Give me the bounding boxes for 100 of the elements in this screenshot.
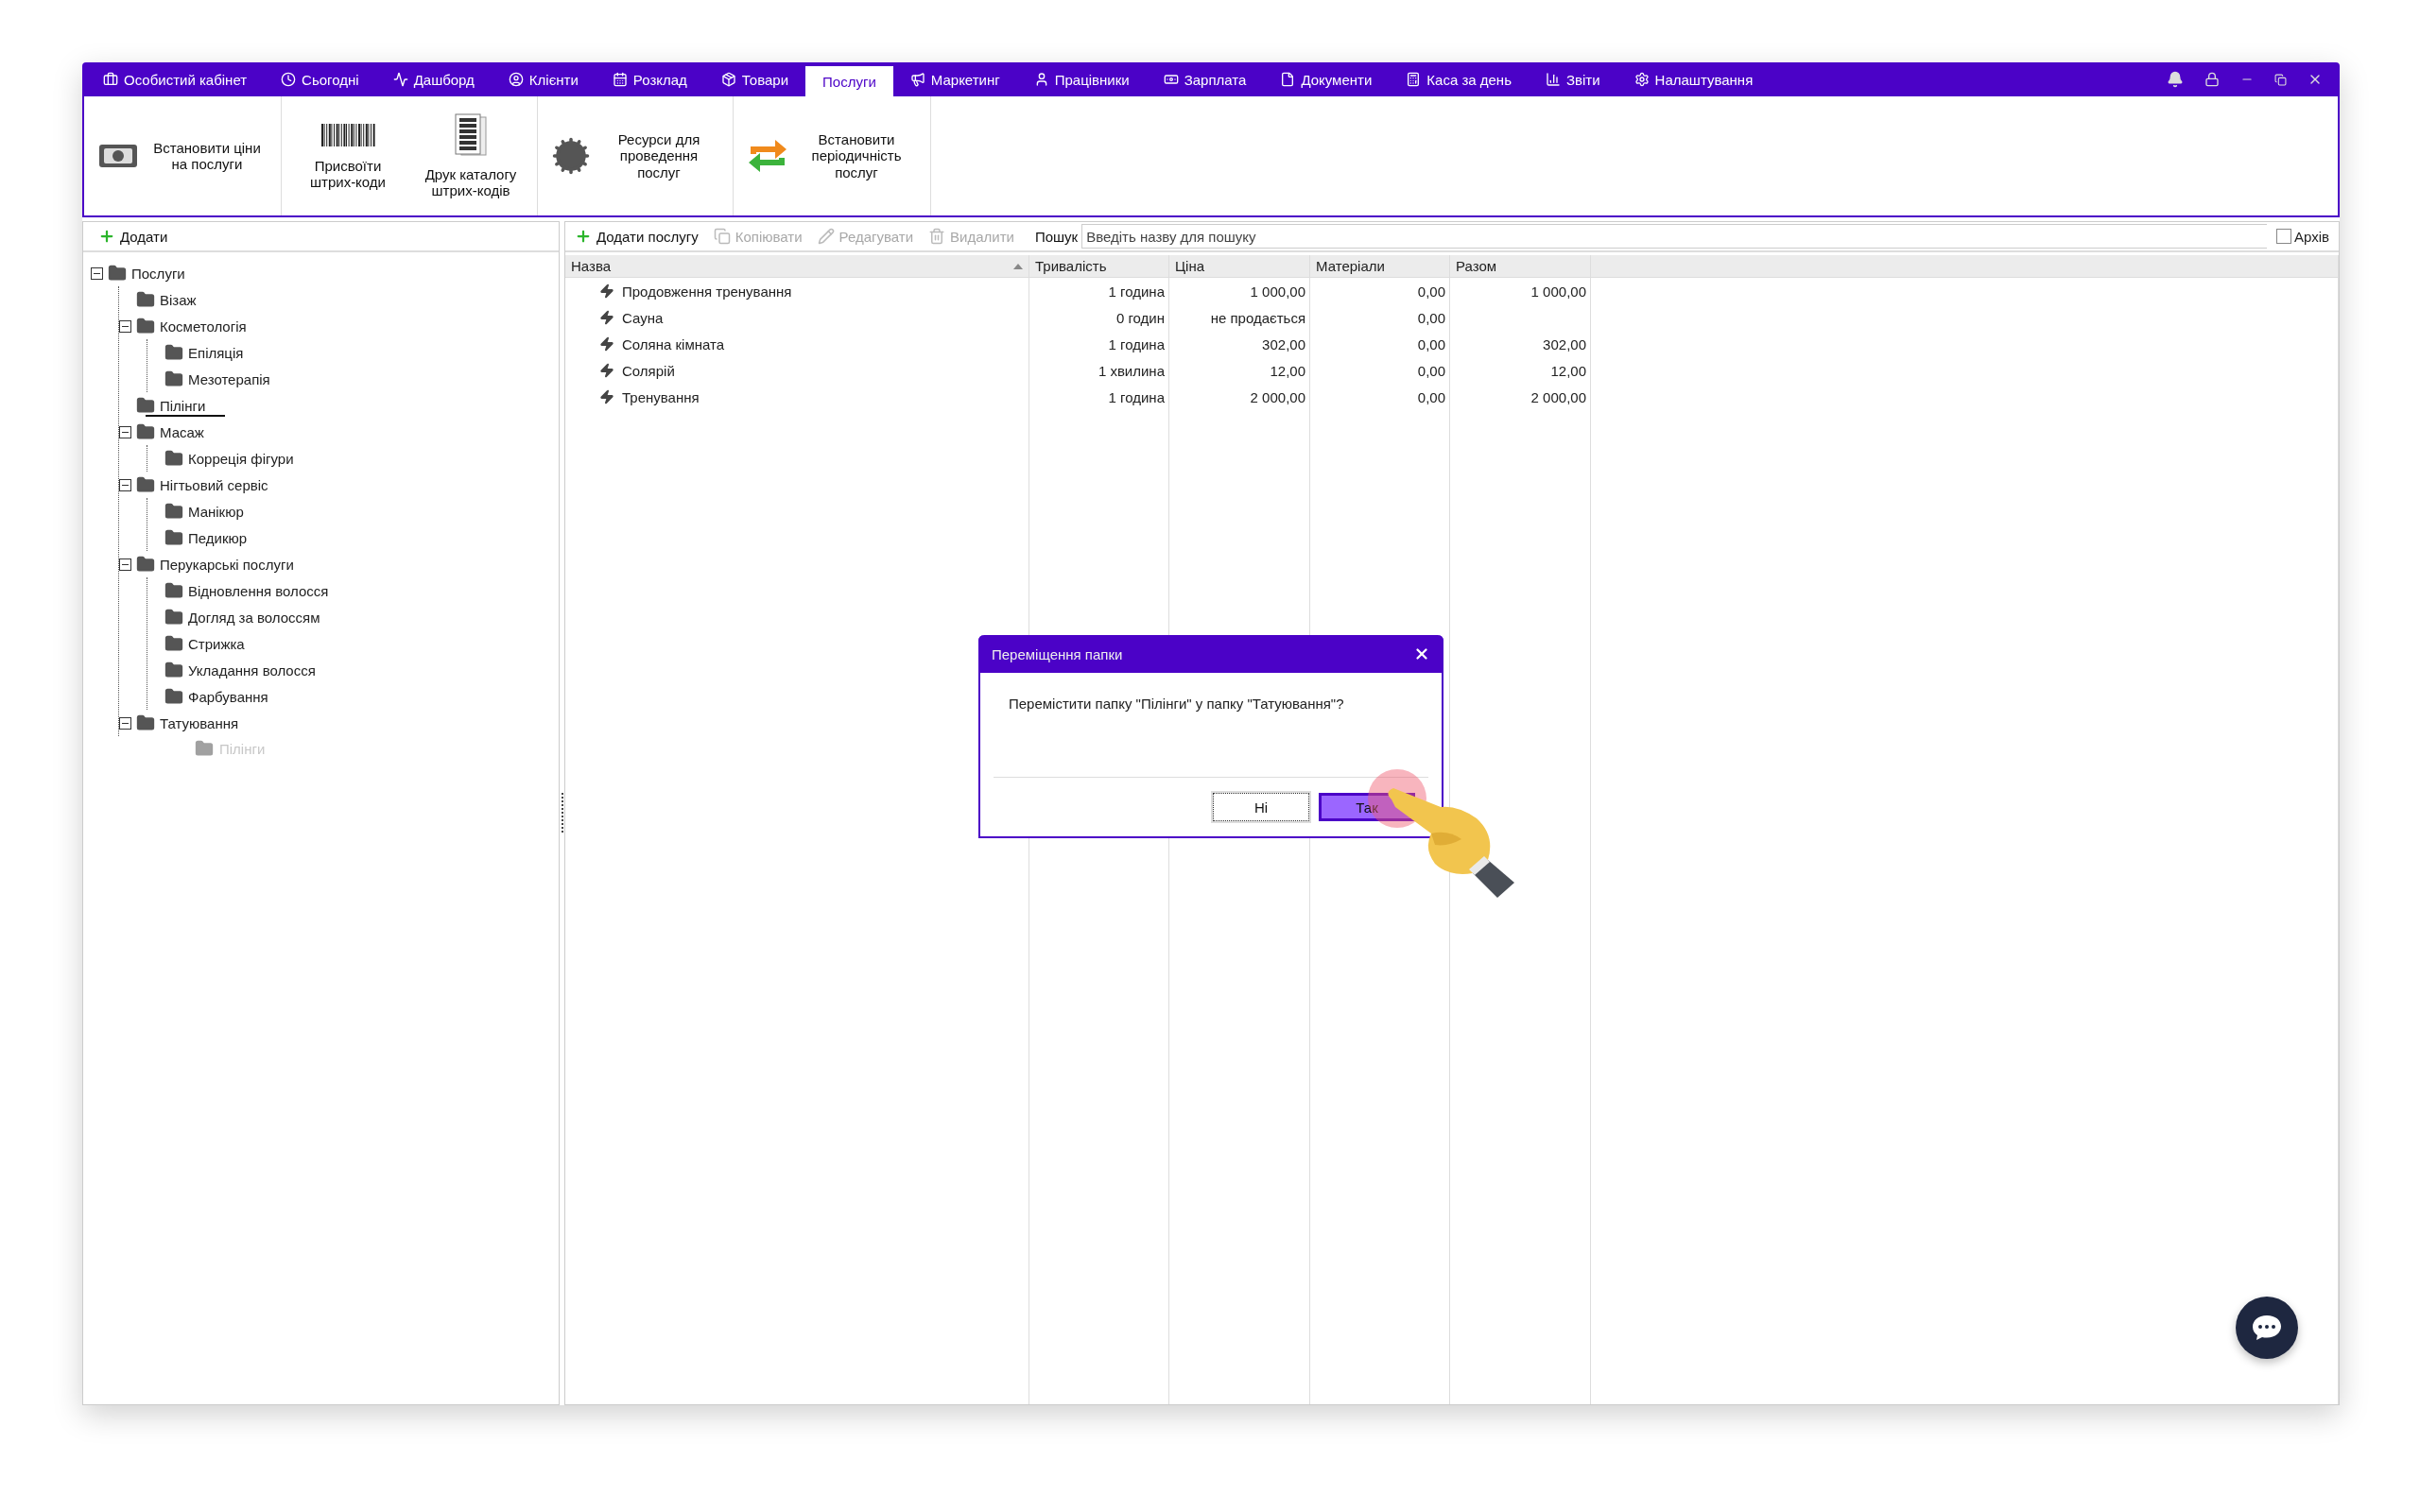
folder-icon — [136, 555, 155, 574]
folder-icon — [136, 317, 155, 335]
tree-item[interactable]: Масаж — [160, 423, 204, 440]
splitter-grip[interactable] — [561, 792, 563, 834]
table-cell-text: 0,00 — [1416, 308, 1446, 328]
table-cell-text: 2 000,00 — [1249, 387, 1306, 407]
dialog-button[interactable]: Ні — [1213, 793, 1309, 821]
nav-tab[interactable]: Товари — [703, 62, 806, 96]
column-header[interactable]: Матеріали — [1310, 255, 1449, 278]
tree-item[interactable]: Епіляція — [188, 344, 244, 361]
chat-icon — [2251, 1314, 2283, 1342]
table-cell-text: 1 000,00 — [1249, 282, 1306, 301]
tree-item[interactable]: Корреція фігури — [188, 450, 294, 467]
bell-icon[interactable] — [2167, 71, 2184, 88]
column-header[interactable]: Тривалість — [1029, 255, 1168, 278]
folder-icon — [136, 396, 155, 415]
table-cell-text: 12,00 — [1269, 361, 1306, 381]
search-label: Пошук — [1033, 228, 1080, 245]
tool-icon — [575, 228, 592, 245]
collapse-toggle[interactable] — [119, 478, 131, 491]
tree-item[interactable]: Укладання волосся — [188, 662, 316, 679]
table-cell: Сауна — [565, 304, 1028, 331]
tree-item[interactable]: Послуги — [131, 265, 185, 282]
tree-item[interactable]: Відновлення волосся — [188, 582, 329, 599]
column-header[interactable]: Разом — [1450, 255, 1590, 278]
tree-item[interactable]: Татуювання — [160, 714, 239, 731]
tab-icon — [1280, 72, 1296, 87]
collapse-toggle[interactable] — [119, 319, 131, 333]
ribbon-button[interactable]: Друк каталогу штрих-кодів — [412, 109, 529, 203]
column-header[interactable]: Назва — [565, 255, 1028, 278]
folder-icon — [195, 739, 214, 758]
table-cell-text: 0,00 — [1416, 361, 1446, 381]
tree-item[interactable]: Нігтьовий сервіс — [160, 476, 268, 493]
nav-tab[interactable]: Клієнти — [491, 62, 596, 96]
tree-item[interactable]: Манікюр — [188, 503, 244, 520]
table-cell-text: 12,00 — [1549, 361, 1587, 381]
tab-icon — [392, 72, 408, 87]
table-cell: Продовження тренування — [565, 278, 1028, 304]
nav-tab[interactable]: Налаштування — [1616, 62, 1771, 96]
nav-tab[interactable]: Звіти — [1528, 62, 1617, 96]
nav-tab[interactable]: Каса за день — [1389, 62, 1529, 96]
tree-item[interactable]: Перукарські послуги — [160, 556, 294, 573]
collapse-toggle[interactable] — [119, 716, 131, 730]
swap-arrows-icon — [747, 137, 788, 175]
nav-tab[interactable]: Дашборд — [375, 62, 492, 96]
tab-icon — [720, 72, 736, 87]
folder-icon — [164, 687, 183, 706]
tree-item[interactable]: Мезотерапія — [188, 370, 270, 387]
column-header[interactable]: Ціна — [1169, 255, 1309, 278]
tab-icon — [1406, 72, 1422, 87]
collapse-toggle[interactable] — [91, 266, 103, 280]
collapse-toggle[interactable] — [119, 425, 131, 438]
nav-tab[interactable]: Працівники — [1016, 62, 1147, 96]
nav-tab[interactable]: Особистий кабінет — [86, 62, 265, 96]
nav-tab[interactable]: Розклад — [595, 62, 704, 96]
add-button[interactable]: Додати — [91, 228, 176, 245]
nav-tab[interactable]: Документи — [1263, 62, 1390, 96]
tree-item[interactable]: Фарбування — [188, 688, 268, 705]
folder-icon — [136, 422, 155, 441]
search-field[interactable]: Введіть назву для пошуку — [1081, 224, 2267, 249]
nav-tab[interactable]: Зарплата — [1146, 62, 1264, 96]
folder-icon — [136, 475, 155, 494]
barcode-sheet-icon — [452, 112, 490, 159]
tree-item[interactable]: Догляд за волоссям — [188, 609, 320, 626]
banknote-icon — [97, 142, 139, 170]
table-cell-text: 2 000,00 — [1530, 387, 1587, 407]
tab-icon — [612, 72, 628, 87]
toolbar-button[interactable]: Додати послугу — [567, 228, 706, 245]
close-icon[interactable] — [1413, 645, 1430, 662]
tree-item[interactable]: Педикюр — [188, 529, 248, 546]
gear-icon — [551, 136, 591, 176]
lock-icon[interactable] — [2204, 72, 2220, 87]
lightning-icon — [599, 336, 614, 352]
archive-checkbox[interactable]: Архів — [2267, 228, 2339, 245]
drag-ghost-label: Пілінги — [219, 740, 266, 757]
chat-button[interactable] — [2236, 1297, 2298, 1359]
collapse-toggle[interactable] — [119, 558, 131, 571]
plus-icon — [98, 228, 115, 245]
table-cell-text: 0,00 — [1416, 282, 1446, 301]
table-cell-text: 1 година — [1107, 282, 1166, 301]
folder-icon — [164, 581, 183, 600]
restore-icon[interactable] — [2274, 73, 2287, 86]
tab-icon — [281, 72, 297, 87]
nav-tab[interactable]: Маркетинг — [892, 62, 1017, 96]
ribbon-button[interactable]: Присвоїти штрих-коди — [289, 117, 406, 195]
ribbon-button[interactable]: Встановити періодичність послуг — [741, 128, 923, 184]
tree-item[interactable]: Стрижка — [188, 635, 245, 652]
tree-item[interactable]: Косметологія — [160, 318, 247, 335]
folder-icon — [164, 528, 183, 547]
tree-item[interactable]: Пілінги — [160, 397, 206, 414]
tab-icon — [1163, 72, 1179, 87]
folder-icon — [164, 608, 183, 627]
nav-tab[interactable]: Послуги — [805, 66, 893, 96]
lightning-icon — [599, 363, 614, 378]
ribbon-button[interactable]: Ресурси для проведення послуг — [545, 128, 725, 184]
ribbon-button[interactable]: Встановити ціни на послуги — [92, 135, 273, 177]
tab-icon — [1634, 72, 1650, 87]
folder-icon — [136, 290, 155, 309]
nav-tab[interactable]: Сьогодні — [264, 62, 376, 96]
tree-item[interactable]: Візаж — [160, 291, 197, 308]
